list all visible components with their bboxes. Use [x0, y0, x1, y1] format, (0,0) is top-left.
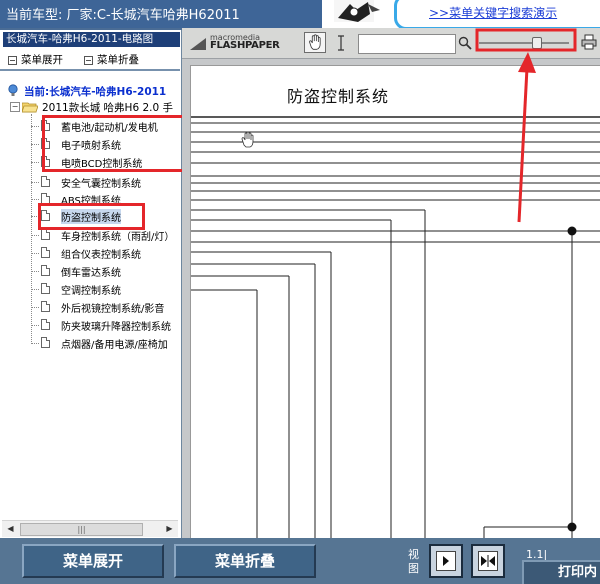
tree-item-mirror-control[interactable]: 外后视镜控制系统/影音 [31, 299, 181, 315]
page-input[interactable] [358, 34, 456, 54]
zoom-slider-thumb[interactable] [532, 37, 542, 49]
horizontal-scrollbar[interactable]: ◀ ||| ▶ [2, 520, 178, 537]
tree-item-label: 防夹玻璃升降器控制系统 [61, 322, 171, 333]
junction-dot [567, 226, 577, 236]
document-icon [41, 193, 50, 204]
keyword-search-demo-link[interactable]: >>菜单关键字搜索演示 [429, 4, 557, 21]
macromedia-logo-icon [190, 38, 206, 50]
tree-item-cigarette-lighter[interactable]: 点烟器/备用电源/座椅加 [31, 335, 181, 351]
hand-cursor-icon [241, 131, 254, 148]
viewer-toolbar: macromedia FLASHPAPER [182, 28, 600, 59]
scroll-thumb[interactable]: ||| [20, 523, 143, 536]
scroll-right-icon[interactable]: ▶ [162, 522, 177, 536]
document-icon [41, 156, 50, 167]
tree-item-abs[interactable]: ABS控制系统 [31, 191, 181, 207]
collapse-all-link[interactable]: 菜单折叠 [84, 52, 139, 67]
document-icon [41, 319, 50, 330]
folder-collapse-toggle[interactable]: − [10, 102, 20, 112]
document-icon [41, 337, 50, 348]
tree-item-anti-theft[interactable]: 防盗控制系统 [31, 208, 181, 224]
print-icon[interactable] [581, 34, 597, 50]
document-icon [41, 265, 50, 276]
tree-item-parking-radar[interactable]: 倒车雷达系统 [31, 263, 181, 279]
document-icon [41, 229, 50, 240]
document-icon [41, 283, 50, 294]
tree-item-instrument-cluster[interactable]: 组合仪表控制系统 [31, 245, 181, 261]
tree-item-label: 电子喷射系统 [61, 141, 121, 152]
bottom-bar: 菜单展开 菜单折叠 视图 1.1| 打印内 [0, 538, 600, 584]
document-icon [41, 176, 50, 187]
collapse-all-label: 菜单折叠 [97, 54, 139, 66]
tree-item-label: 防盗控制系统 [61, 209, 121, 224]
document-icon [41, 120, 50, 131]
magnifier-icon [458, 36, 472, 50]
current-model-node[interactable]: 当前:长城汽车-哈弗H6-2011 [24, 84, 166, 99]
single-page-view-button[interactable] [429, 544, 463, 578]
tree-item-label: 车身控制系统（雨刮/灯） [61, 232, 175, 243]
two-page-view-button[interactable] [471, 544, 505, 578]
tree-item-label: 空调控制系统 [61, 286, 121, 297]
model-folder-node[interactable]: 2011款长城 哈弗H6 2.0 手 [42, 100, 173, 115]
tree-item-label: 安全气囊控制系统 [61, 179, 141, 190]
document-icon [41, 301, 50, 312]
globe-icon [8, 84, 18, 96]
tree-item-battery-starter[interactable]: 蓄电池/起动机/发电机 [31, 118, 181, 134]
expand-all-link[interactable]: 菜单展开 [8, 52, 63, 67]
zoom-slider-track [479, 42, 569, 44]
document-icon [41, 138, 50, 149]
hand-tool-icon[interactable] [304, 32, 326, 53]
text-select-icon[interactable] [334, 34, 348, 52]
collapse-square-icon [84, 55, 93, 65]
tree-item-air-conditioning[interactable]: 空调控制系统 [31, 281, 181, 297]
tree-item-airbag[interactable]: 安全气囊控制系统 [31, 174, 181, 190]
two-page-icon [478, 551, 498, 571]
zoom-slider[interactable] [479, 36, 569, 50]
menu-expand-button[interactable]: 菜单展开 [22, 544, 164, 578]
menu-divider [0, 69, 180, 71]
document-icon [41, 210, 50, 221]
document-scroll-area[interactable]: 防盗控制系统 [182, 59, 600, 539]
scroll-left-icon[interactable]: ◀ [3, 522, 18, 536]
wiring-diagram [191, 116, 600, 539]
menu-tree-title: 长城汽车-哈弗H6-2011-电路图 [3, 32, 180, 47]
expand-all-label: 菜单展开 [21, 54, 63, 66]
tree-item-body-control[interactable]: 车身控制系统（雨刮/灯） [31, 227, 181, 243]
print-content-button[interactable]: 打印内 [522, 560, 600, 584]
tree-item-window-lift[interactable]: 防夹玻璃升降器控制系统 [31, 317, 181, 333]
tree-item-label: 蓄电池/起动机/发电机 [61, 123, 158, 134]
document-icon [41, 247, 50, 258]
junction-dot [567, 522, 577, 532]
tree-item-label: 点烟器/备用电源/座椅加 [61, 340, 168, 351]
menu-collapse-button[interactable]: 菜单折叠 [174, 544, 316, 578]
left-menu-panel: 长城汽车-哈弗H6-2011-电路图 菜单展开 菜单折叠 当前:长城汽车-哈弗H… [0, 30, 185, 538]
tree-item-label: 倒车雷达系统 [61, 268, 121, 279]
flashpaper-logo: macromedia FLASHPAPER [190, 33, 280, 52]
cartoon-figure-icon [334, 0, 380, 22]
tree-item-efi-bcd[interactable]: 电喷BCD控制系统 [31, 154, 181, 170]
open-folder-icon [22, 102, 38, 113]
search-demo-banner[interactable]: >>菜单关键字搜索演示 [322, 0, 600, 28]
logo-big-text: FLASHPAPER [210, 40, 280, 51]
tree-item-label: 电喷BCD控制系统 [61, 159, 143, 170]
expand-square-icon [8, 55, 17, 65]
tree-item-label: 组合仪表控制系统 [61, 250, 141, 261]
flashpaper-viewer: macromedia FLASHPAPER 防盗控制系统 [182, 28, 600, 539]
view-label: 视图 [408, 548, 419, 575]
single-page-icon [436, 551, 456, 571]
document-page: 防盗控制系统 [190, 65, 600, 539]
tree-item-label: ABS控制系统 [61, 196, 121, 207]
tree-item-label: 外后视镜控制系统/影音 [61, 304, 165, 315]
tree-item-efi[interactable]: 电子喷射系统 [31, 136, 181, 152]
current-car-model-label: 当前车型: 厂家:C-长城汽车哈弗H62011 [6, 8, 240, 23]
